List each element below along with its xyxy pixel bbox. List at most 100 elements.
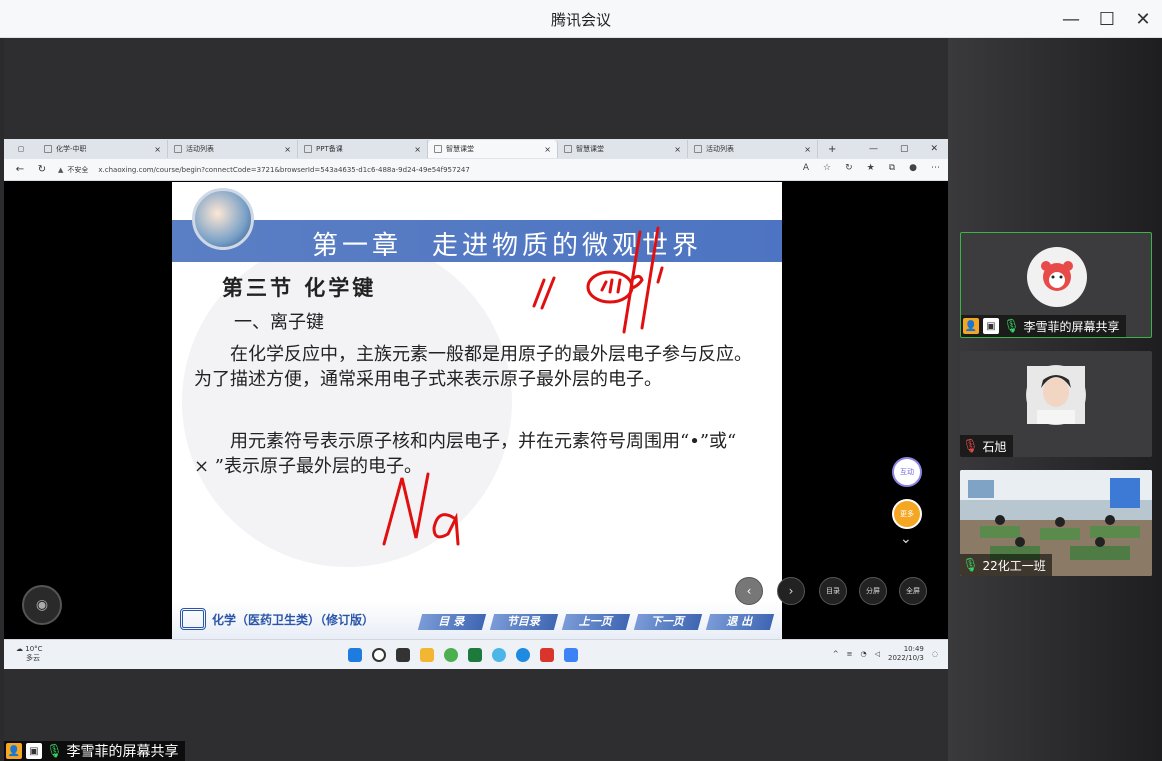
- participant-name: 石旭: [982, 439, 1007, 454]
- file-explorer-icon[interactable]: [420, 648, 434, 662]
- participant-tile[interactable]: 🎙 22化工一班: [960, 470, 1152, 576]
- tab-favicon-icon: [564, 145, 572, 153]
- tab-close-icon[interactable]: ×: [154, 145, 161, 154]
- more-button[interactable]: 更多: [892, 499, 922, 529]
- collections-icon[interactable]: ⧉: [889, 163, 895, 173]
- browser-minimize-icon[interactable]: —: [869, 144, 878, 154]
- participant-name: 李雪菲的屏幕共享: [1023, 319, 1120, 334]
- browser-tab[interactable]: PPT备课 ×: [298, 140, 428, 158]
- participant-label: 🎙 石旭: [960, 435, 1013, 457]
- fullscreen-button[interactable]: 全屏: [899, 577, 927, 605]
- app-title: 腾讯会议: [550, 11, 611, 29]
- participant-tile[interactable]: 👤 ▣ 🎙 李雪菲的屏幕共享: [960, 232, 1152, 338]
- next-page-button[interactable]: 下一页: [633, 614, 703, 630]
- screen-share-icon: ▣: [26, 743, 42, 759]
- participant-panel: 👤 ▣ 🎙 李雪菲的屏幕共享 🎙 石旭 🎙 22化工一班: [948, 38, 1162, 761]
- profile-icon[interactable]: ●: [909, 163, 917, 173]
- network-icon[interactable]: ≡: [847, 650, 853, 658]
- ink-circle: [586, 270, 634, 304]
- tab-label: 活动列表: [706, 145, 734, 153]
- browser-tab[interactable]: 活动列表 ×: [168, 140, 298, 158]
- ink-stroke: [656, 266, 664, 284]
- prev-slide-icon[interactable]: ‹: [735, 577, 763, 605]
- participant-label: 👤 ▣ 🎙 李雪菲的屏幕共享: [961, 315, 1126, 337]
- tab-label: 活动列表: [186, 145, 214, 153]
- chevron-down-icon[interactable]: ⌄: [900, 531, 912, 547]
- url-field[interactable]: x.chaoxing.com/course/begin?connectCode=…: [98, 166, 469, 174]
- browser-toolbar: A ☆ ↻ ★ ⧉ ● ⋯: [803, 163, 940, 173]
- browser-close-icon[interactable]: ✕: [930, 144, 938, 154]
- browser-restore-icon[interactable]: ▢: [900, 144, 909, 154]
- volume-icon[interactable]: ◁: [875, 650, 880, 658]
- tab-close-icon[interactable]: ×: [674, 145, 681, 154]
- tab-label: 智慧课堂: [446, 145, 474, 153]
- book-title: 化学（医药卫生类）（修订版）: [212, 612, 375, 627]
- wps-icon[interactable]: [540, 648, 554, 662]
- app-icon[interactable]: [492, 648, 506, 662]
- app-icon[interactable]: [444, 648, 458, 662]
- interact-button[interactable]: 互动: [892, 457, 922, 487]
- weather-widget[interactable]: ☁ 10°C 多云: [16, 645, 43, 663]
- task-view-icon[interactable]: [396, 648, 410, 662]
- notification-icon[interactable]: ◌: [932, 650, 938, 658]
- browser-tab-active[interactable]: 智慧课堂 ×: [428, 140, 558, 158]
- tab-close-icon[interactable]: ×: [284, 145, 291, 154]
- browser-tab[interactable]: 化学-中职 ×: [38, 140, 168, 158]
- read-aloud-icon[interactable]: A: [803, 163, 809, 173]
- floating-video-icon[interactable]: ◉: [22, 585, 62, 625]
- maximize-button[interactable]: ☐: [1092, 6, 1122, 32]
- toc-button[interactable]: 目录: [819, 577, 847, 605]
- section-toc-nav-button[interactable]: 节目录: [489, 614, 559, 630]
- slide-logo-icon: [192, 188, 254, 250]
- split-screen-button[interactable]: 分屏: [859, 577, 887, 605]
- close-button[interactable]: ✕: [1128, 6, 1158, 32]
- back-icon[interactable]: ←: [12, 164, 28, 175]
- tab-actions-icon[interactable]: ▢: [4, 145, 38, 153]
- mic-on-icon: 🎙: [46, 743, 63, 759]
- book-brand: 化学（医药卫生类）（修订版）: [180, 608, 374, 630]
- tab-favicon-icon: [44, 145, 52, 153]
- tab-favicon-icon: [174, 145, 182, 153]
- toc-nav-button[interactable]: 目 录: [417, 614, 487, 630]
- mic-on-icon: 🎙: [962, 557, 979, 573]
- favorites-icon[interactable]: ★: [867, 163, 875, 173]
- browser-tab[interactable]: 活动列表 ×: [688, 140, 818, 158]
- meeting-icon[interactable]: [564, 648, 578, 662]
- start-icon[interactable]: [348, 648, 362, 662]
- user-photo-icon: [1027, 366, 1085, 424]
- host-icon: 👤: [6, 743, 22, 759]
- search-icon[interactable]: [372, 648, 386, 662]
- chapter-title: 第一章 走进物质的微观世界: [312, 231, 703, 261]
- tab-close-icon[interactable]: ×: [414, 145, 421, 154]
- tab-close-icon[interactable]: ×: [544, 145, 551, 154]
- browser-tab[interactable]: 智慧课堂 ×: [558, 140, 688, 158]
- participant-label: 🎙 22化工一班: [960, 554, 1052, 576]
- refresh-page-icon[interactable]: ↻: [845, 163, 853, 173]
- wifi-icon[interactable]: ◔: [860, 650, 866, 658]
- browser-tabbar: ▢ 化学-中职 × 活动列表 × PPT备课 × 智慧课堂 × 智慧课堂 × 活动列表 × …: [4, 139, 948, 159]
- edge-icon[interactable]: [516, 648, 530, 662]
- warning-icon: ▲: [58, 165, 64, 174]
- exit-button[interactable]: 退 出: [705, 614, 775, 630]
- clock[interactable]: 10:49 2022/10/3: [888, 645, 924, 663]
- mic-muted-icon: 🎙: [962, 438, 979, 454]
- next-slide-icon[interactable]: ›: [777, 577, 805, 605]
- prev-page-button[interactable]: 上一页: [561, 614, 631, 630]
- app-titlebar: 腾讯会议 — ☐ ✕: [0, 0, 1162, 38]
- new-tab-icon[interactable]: +: [828, 144, 836, 155]
- tab-favicon-icon: [434, 145, 442, 153]
- participant-tile[interactable]: 🎙 石旭: [960, 351, 1152, 457]
- excel-icon[interactable]: [468, 648, 482, 662]
- favorite-icon[interactable]: ☆: [823, 163, 831, 173]
- menu-icon[interactable]: ⋯: [931, 163, 940, 173]
- shared-screen: ▢ 化学-中职 × 活动列表 × PPT备课 × 智慧课堂 × 智慧课堂 × 活动列表 × …: [4, 139, 948, 669]
- tray-chevron-icon[interactable]: ^: [833, 650, 839, 658]
- date-label: 2022/10/3: [887, 654, 924, 662]
- refresh-icon[interactable]: ↻: [34, 164, 50, 175]
- tab-favicon-icon: [304, 145, 312, 153]
- presentation-slide: 第一章 走进物质的微观世界 第三节 化学键 一、离子键 在化学反应中，主族元素一…: [172, 182, 782, 639]
- minimize-button[interactable]: —: [1056, 6, 1086, 32]
- subsection-title: 一、离子键: [234, 312, 324, 333]
- tab-close-icon[interactable]: ×: [804, 145, 811, 154]
- slide-nav: 目 录 节目录 上一页 下一页 退 出: [417, 614, 775, 630]
